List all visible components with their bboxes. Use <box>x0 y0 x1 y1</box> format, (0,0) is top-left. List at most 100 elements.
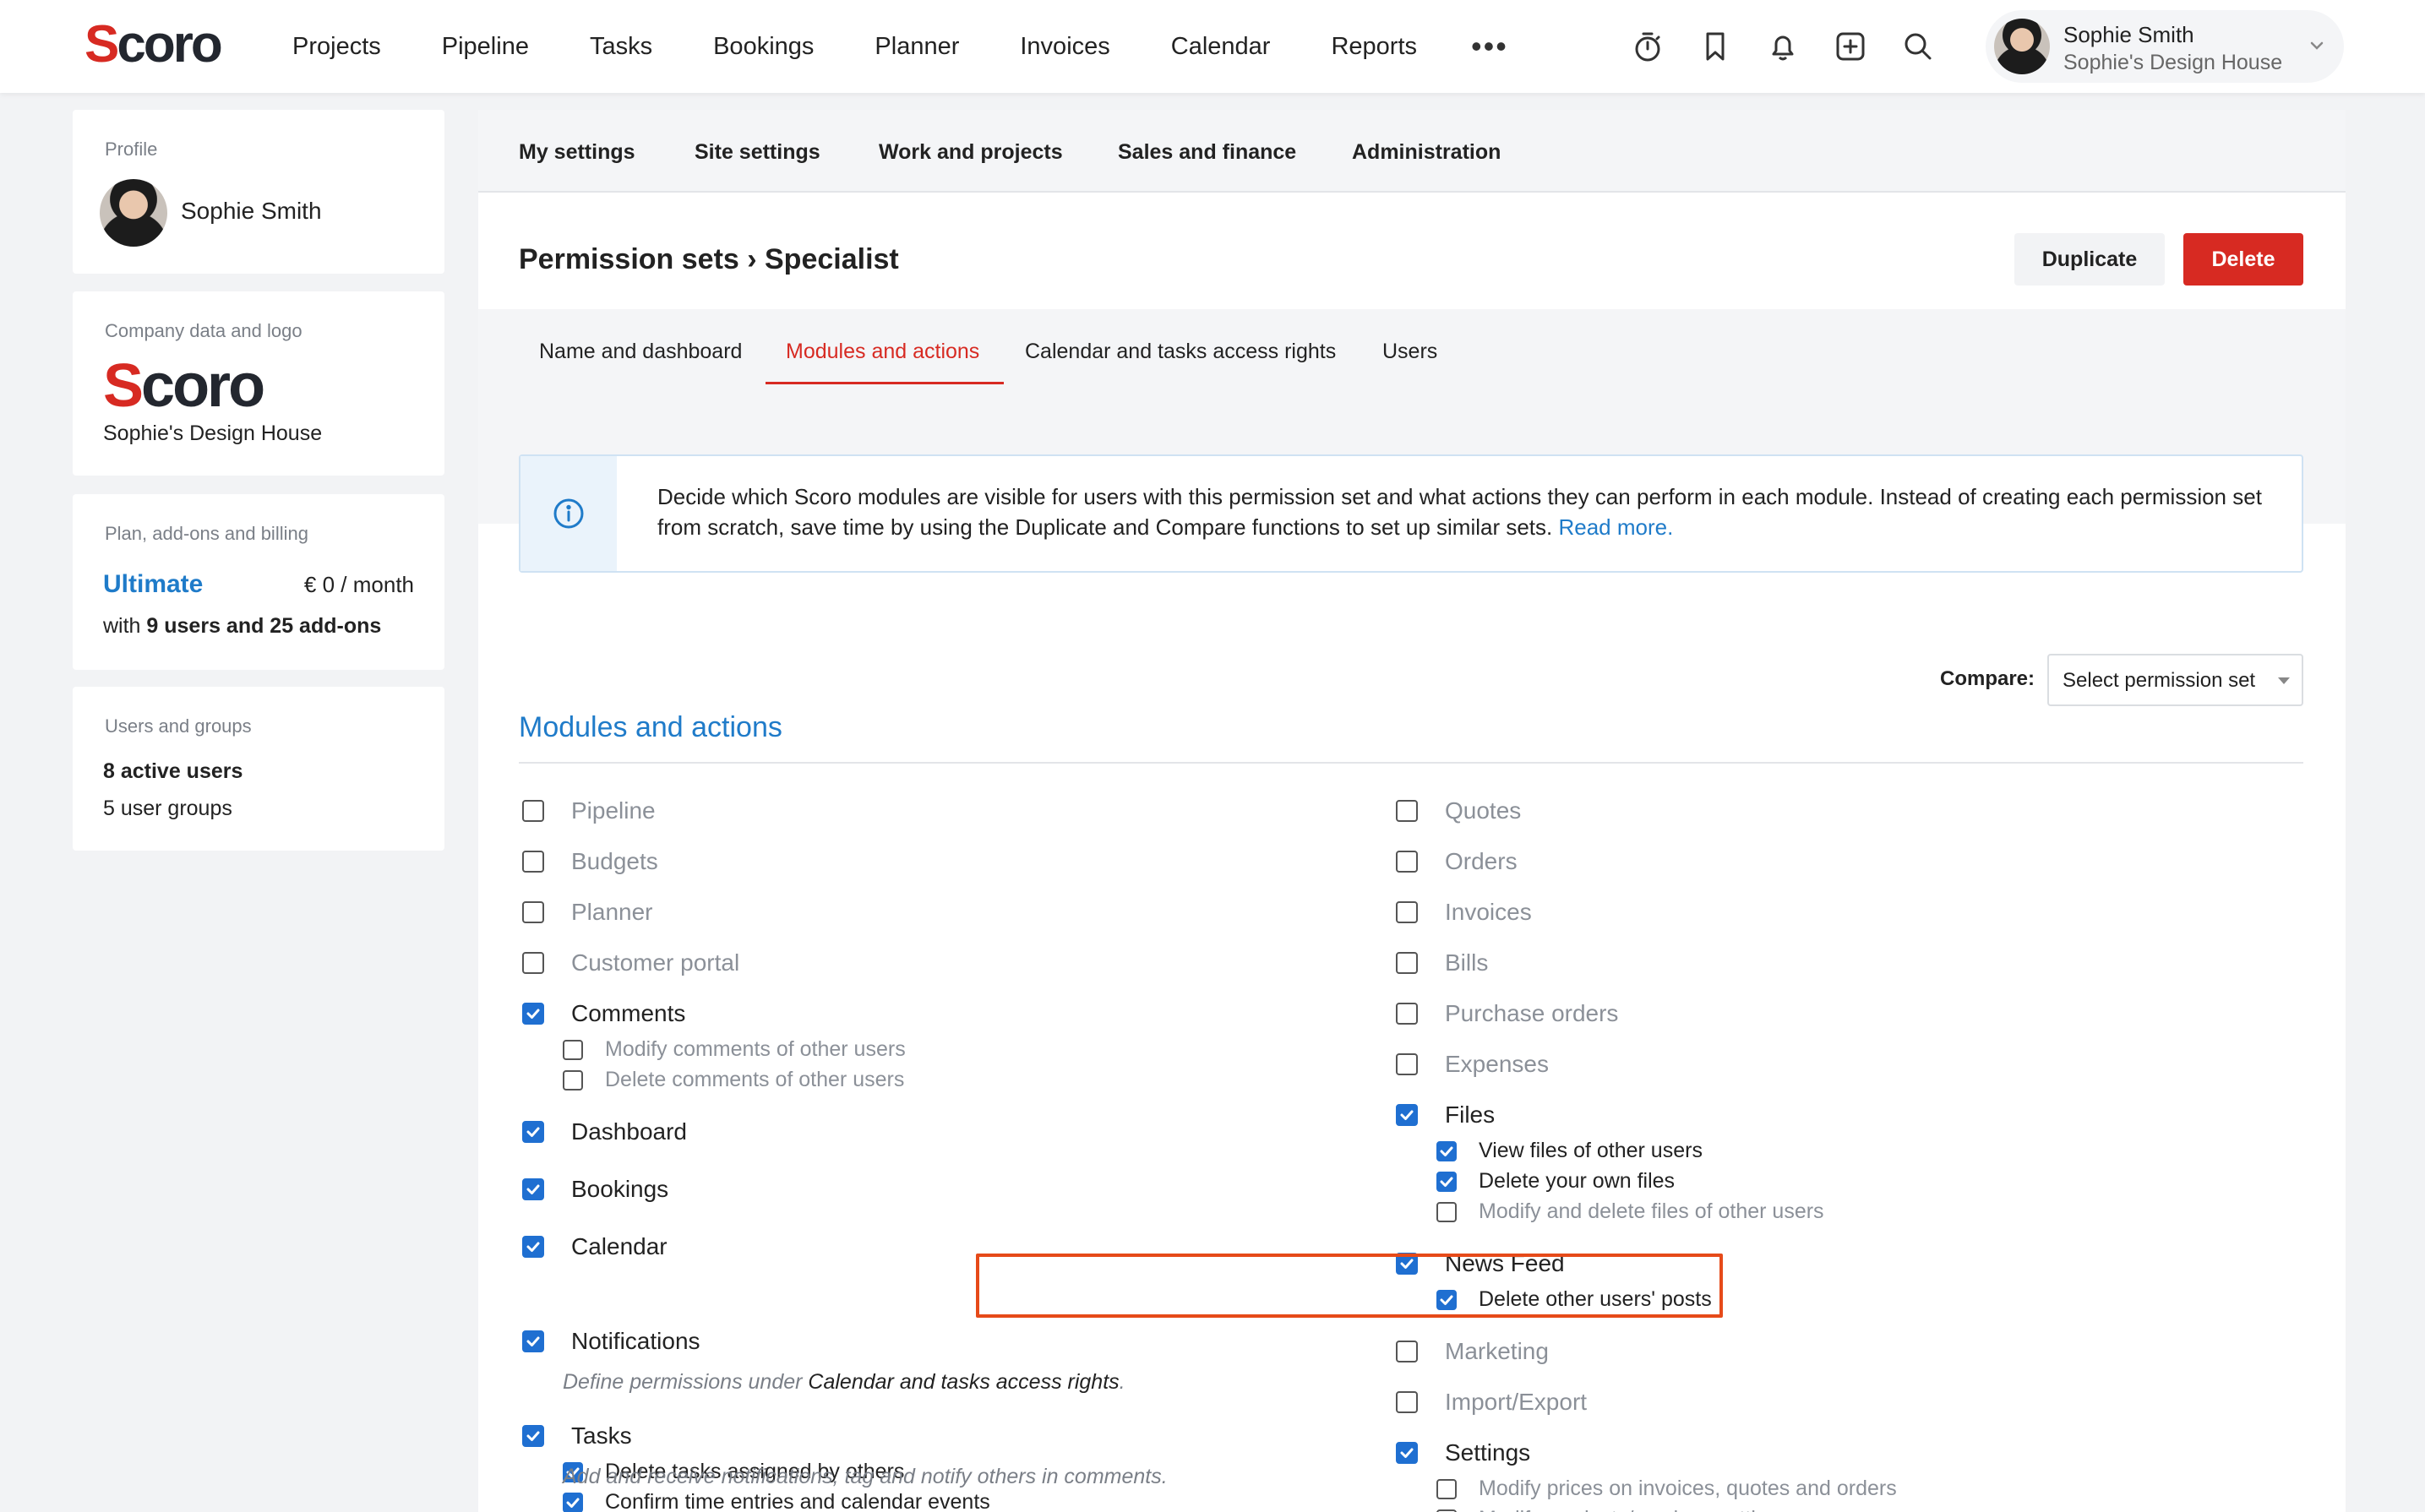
module-budgets[interactable]: Budgets <box>522 848 658 875</box>
checkbox-checked[interactable] <box>522 1236 544 1258</box>
checkbox-label: Expenses <box>1445 1051 1549 1077</box>
checkbox-checked[interactable] <box>1396 1104 1418 1126</box>
tab-site-settings[interactable]: Site settings <box>695 140 820 165</box>
plan-name-link[interactable]: Ultimate <box>103 570 203 599</box>
nav-tasks[interactable]: Tasks <box>590 33 652 61</box>
module-files[interactable]: Files <box>1396 1101 1495 1129</box>
nav-invoices[interactable]: Invoices <box>1020 33 1109 61</box>
module-delete-your-own-files[interactable]: Delete your own files <box>1436 1169 1675 1194</box>
module-planner[interactable]: Planner <box>522 899 653 926</box>
user-groups: 5 user groups <box>103 797 232 820</box>
tab-sales-and-finance[interactable]: Sales and finance <box>1118 140 1296 165</box>
tab-users[interactable]: Users <box>1382 340 1437 364</box>
timer-icon[interactable] <box>1622 21 1673 72</box>
checkbox[interactable] <box>563 1039 583 1060</box>
checkmark-icon <box>1400 1448 1414 1458</box>
checkbox-checked[interactable] <box>522 1330 544 1352</box>
checkbox[interactable] <box>1436 1509 1457 1512</box>
module-notifications[interactable]: Notifications <box>522 1328 700 1355</box>
compare-label: Compare: <box>1940 667 2035 690</box>
scoro-logo[interactable]: Scoro <box>84 15 223 74</box>
module-modify-and-delete-files-of-other-users[interactable]: Modify and delete files of other users <box>1436 1199 1824 1224</box>
checkbox[interactable] <box>1436 1478 1457 1499</box>
nav-reports[interactable]: Reports <box>1331 33 1417 61</box>
module-tasks[interactable]: Tasks <box>522 1422 632 1449</box>
users-card[interactable]: Users and groups 8 active users 5 user g… <box>73 687 444 851</box>
module-view-files-of-other-users[interactable]: View files of other users <box>1436 1139 1703 1163</box>
nav-pipeline[interactable]: Pipeline <box>442 33 529 61</box>
tab-name-and-dashboard[interactable]: Name and dashboard <box>539 340 742 364</box>
more-menu-icon[interactable]: ••• <box>1471 29 1508 64</box>
checkbox[interactable] <box>1396 1391 1418 1413</box>
module-quotes[interactable]: Quotes <box>1396 797 1521 824</box>
add-icon[interactable] <box>1825 21 1876 72</box>
checkbox[interactable] <box>522 851 544 873</box>
module-calendar[interactable]: Calendar <box>522 1233 668 1260</box>
checkbox-checked[interactable] <box>1436 1140 1457 1161</box>
checkbox-checked[interactable] <box>522 1003 544 1025</box>
module-pipeline[interactable]: Pipeline <box>522 797 656 824</box>
plan-card[interactable]: Plan, add-ons and billing Ultimate € 0 /… <box>73 494 444 670</box>
checkbox[interactable] <box>1396 1053 1418 1075</box>
module-orders[interactable]: Orders <box>1396 848 1518 875</box>
nav-planner[interactable]: Planner <box>875 33 959 61</box>
plan-price: € 0 / month <box>303 572 414 597</box>
tab-calendar-access-rights[interactable]: Calendar and tasks access rights <box>1025 340 1336 364</box>
checkbox[interactable] <box>1436 1201 1457 1222</box>
module-import-export[interactable]: Import/Export <box>1396 1389 1587 1416</box>
checkbox-checked[interactable] <box>1396 1442 1418 1464</box>
info-body: Decide which Scoro modules are visible f… <box>657 484 2262 540</box>
checkbox[interactable] <box>1396 851 1418 873</box>
module-settings[interactable]: Settings <box>1396 1439 1530 1466</box>
checkbox[interactable] <box>1396 1341 1418 1362</box>
compare-select[interactable]: Select permission set <box>2047 654 2303 706</box>
module-marketing[interactable]: Marketing <box>1396 1338 1549 1365</box>
checkbox[interactable] <box>1396 901 1418 923</box>
checkbox-label: Modify comments of other users <box>605 1037 906 1061</box>
checkbox[interactable] <box>522 901 544 923</box>
module-modify-comments-of-other-users[interactable]: Modify comments of other users <box>563 1037 906 1062</box>
checkbox-label: Delete comments of other users <box>605 1068 905 1091</box>
tab-my-settings[interactable]: My settings <box>519 140 635 165</box>
module-invoices[interactable]: Invoices <box>1396 899 1532 926</box>
module-confirm-time-entries-and-calendar-events[interactable]: Confirm time entries and calendar events <box>563 1490 990 1512</box>
nav-projects[interactable]: Projects <box>292 33 381 61</box>
module-comments[interactable]: Comments <box>522 1000 685 1027</box>
checkbox-checked[interactable] <box>1436 1171 1457 1192</box>
card-title: Profile <box>105 139 158 160</box>
checkbox[interactable] <box>563 1069 583 1090</box>
bookmark-icon[interactable] <box>1690 21 1741 72</box>
company-card[interactable]: Company data and logo Scoro Sophie's Des… <box>73 291 444 476</box>
module-bills[interactable]: Bills <box>1396 949 1488 976</box>
nav-calendar[interactable]: Calendar <box>1171 33 1271 61</box>
checkbox-checked[interactable] <box>522 1178 544 1200</box>
nav-bookings[interactable]: Bookings <box>713 33 814 61</box>
checkbox[interactable] <box>1396 800 1418 822</box>
checkbox-checked[interactable] <box>522 1121 544 1143</box>
checkbox[interactable] <box>1396 952 1418 974</box>
bell-icon[interactable] <box>1757 21 1808 72</box>
module-modify-products-services-settings[interactable]: Modify products/services settings <box>1436 1507 1790 1512</box>
delete-button[interactable]: Delete <box>2183 233 2303 286</box>
module-delete-comments-of-other-users[interactable]: Delete comments of other users <box>563 1068 904 1092</box>
user-menu[interactable]: Sophie Smith Sophie's Design House <box>1986 10 2344 83</box>
tab-administration[interactable]: Administration <box>1352 140 1501 165</box>
duplicate-button[interactable]: Duplicate <box>2014 233 2165 286</box>
checkbox[interactable] <box>522 800 544 822</box>
module-dashboard[interactable]: Dashboard <box>522 1118 687 1145</box>
checkbox[interactable] <box>1396 1003 1418 1025</box>
info-banner: Decide which Scoro modules are visible f… <box>519 454 2303 573</box>
module-bookings[interactable]: Bookings <box>522 1176 668 1203</box>
checkbox[interactable] <box>522 952 544 974</box>
module-purchase-orders[interactable]: Purchase orders <box>1396 1000 1618 1027</box>
module-modify-prices-on-invoices-quotes-and-orders[interactable]: Modify prices on invoices, quotes and or… <box>1436 1477 1897 1501</box>
tab-modules-and-actions[interactable]: Modules and actions <box>786 340 979 364</box>
search-icon[interactable] <box>1893 21 1943 72</box>
profile-card[interactable]: Profile Sophie Smith <box>73 110 444 274</box>
checkbox-checked[interactable] <box>522 1425 544 1447</box>
module-customer-portal[interactable]: Customer portal <box>522 949 739 976</box>
read-more-link[interactable]: Read more. <box>1558 514 1673 540</box>
checkbox-checked[interactable] <box>563 1492 583 1512</box>
tab-work-and-projects[interactable]: Work and projects <box>879 140 1063 165</box>
module-expenses[interactable]: Expenses <box>1396 1051 1549 1078</box>
